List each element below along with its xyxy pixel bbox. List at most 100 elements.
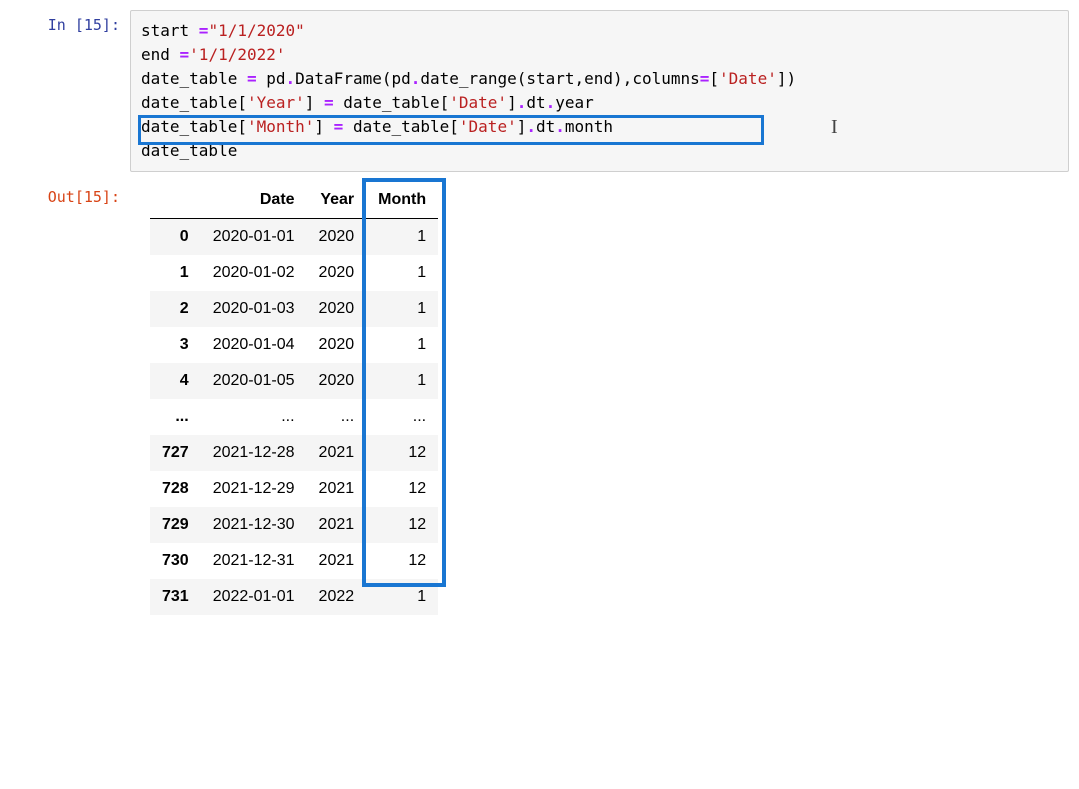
code-token: date_table[ [141,117,247,136]
code-token: DataFrame(pd [295,69,411,88]
output-prompt: Out[15]: [10,182,130,206]
code-token: = [700,69,710,88]
code-token: date_range(start,end),columns [420,69,699,88]
code-token: "1/1/2020" [208,21,304,40]
dataframe-table: Date Year Month 02020-01-012020112020-01… [150,182,438,615]
cell-date: 2020-01-01 [201,219,307,256]
table-row: 7292021-12-30202112 [150,507,438,543]
cell-month: 1 [366,291,438,327]
code-token: ] [507,93,517,112]
code-token: ] [305,93,324,112]
cell-month: ... [366,399,438,435]
code-token: = [180,45,190,64]
row-index: 727 [150,435,201,471]
code-token: = [199,21,209,40]
cell-date: 2020-01-03 [201,291,307,327]
code-token: ]) [777,69,796,88]
cell-month: 12 [366,507,438,543]
col-year: Year [307,182,367,219]
cell-year: 2021 [307,471,367,507]
code-token: 'Date' [459,117,517,136]
code-token: 'Date' [449,93,507,112]
cell-year: 2022 [307,579,367,615]
cell-month: 12 [366,471,438,507]
cell-month: 1 [366,327,438,363]
table-row: 02020-01-0120201 [150,219,438,256]
table-row: 7312022-01-0120221 [150,579,438,615]
table-row: 7282021-12-29202112 [150,471,438,507]
cell-year: 2020 [307,363,367,399]
cell-year: 2021 [307,507,367,543]
code-token: date_table[ [141,93,247,112]
cell-month: 12 [366,435,438,471]
cell-year: 2020 [307,291,367,327]
code-token: . [286,69,296,88]
output-area: Date Year Month 02020-01-012020112020-01… [130,182,438,615]
code-token: 'Date' [719,69,777,88]
table-row: 22020-01-0320201 [150,291,438,327]
code-token: . [546,93,556,112]
code-token: date_table [141,69,247,88]
table-row: 32020-01-0420201 [150,327,438,363]
cell-date: 2020-01-02 [201,255,307,291]
cell-year: 2020 [307,219,367,256]
text-cursor-icon: I [831,116,838,139]
code-token: . [555,117,565,136]
cell-date: 2021-12-29 [201,471,307,507]
code-token: '1/1/2022' [189,45,285,64]
cell-month: 1 [366,219,438,256]
code-token: . [526,117,536,136]
code-token: end [141,45,180,64]
code-token: = [324,93,334,112]
code-token: ] [517,117,527,136]
code-token: . [517,93,527,112]
row-index: 729 [150,507,201,543]
code-token: = [247,69,257,88]
row-index: 731 [150,579,201,615]
row-index: ... [150,399,201,435]
code-block[interactable]: start ="1/1/2020" end ='1/1/2022' date_t… [141,19,1058,163]
code-token: = [334,117,344,136]
cell-date: 2021-12-31 [201,543,307,579]
col-month: Month [366,182,438,219]
cell-date: 2021-12-30 [201,507,307,543]
cell-date: 2021-12-28 [201,435,307,471]
cell-year: 2020 [307,255,367,291]
code-token: date_table[ [343,117,459,136]
table-row: 42020-01-0520201 [150,363,438,399]
cell-date: 2022-01-01 [201,579,307,615]
code-token: dt [536,117,555,136]
code-token: ] [314,117,333,136]
input-cell: In [15]: start ="1/1/2020" end ='1/1/202… [10,10,1069,172]
cell-date: ... [201,399,307,435]
row-index: 728 [150,471,201,507]
code-token: [ [709,69,719,88]
cell-month: 1 [366,579,438,615]
code-token: date_table [141,141,237,160]
output-cell: Out[15]: Date Year Month 02020-01-012020… [10,182,1069,615]
row-index: 730 [150,543,201,579]
cell-month: 1 [366,363,438,399]
table-row: 7302021-12-31202112 [150,543,438,579]
input-prompt: In [15]: [10,10,130,34]
code-token: . [411,69,421,88]
cell-month: 1 [366,255,438,291]
row-index: 4 [150,363,201,399]
code-token: 'Year' [247,93,305,112]
cell-date: 2020-01-04 [201,327,307,363]
row-index: 0 [150,219,201,256]
code-token: month [565,117,613,136]
code-token: year [555,93,594,112]
row-index: 1 [150,255,201,291]
table-row: 7272021-12-28202112 [150,435,438,471]
cell-year: 2020 [307,327,367,363]
code-token: dt [526,93,545,112]
cell-month: 12 [366,543,438,579]
code-input-area[interactable]: start ="1/1/2020" end ='1/1/2022' date_t… [130,10,1069,172]
table-header-row: Date Year Month [150,182,438,219]
code-token: pd [257,69,286,88]
cell-year: ... [307,399,367,435]
row-index: 3 [150,327,201,363]
col-date: Date [201,182,307,219]
cell-year: 2021 [307,543,367,579]
